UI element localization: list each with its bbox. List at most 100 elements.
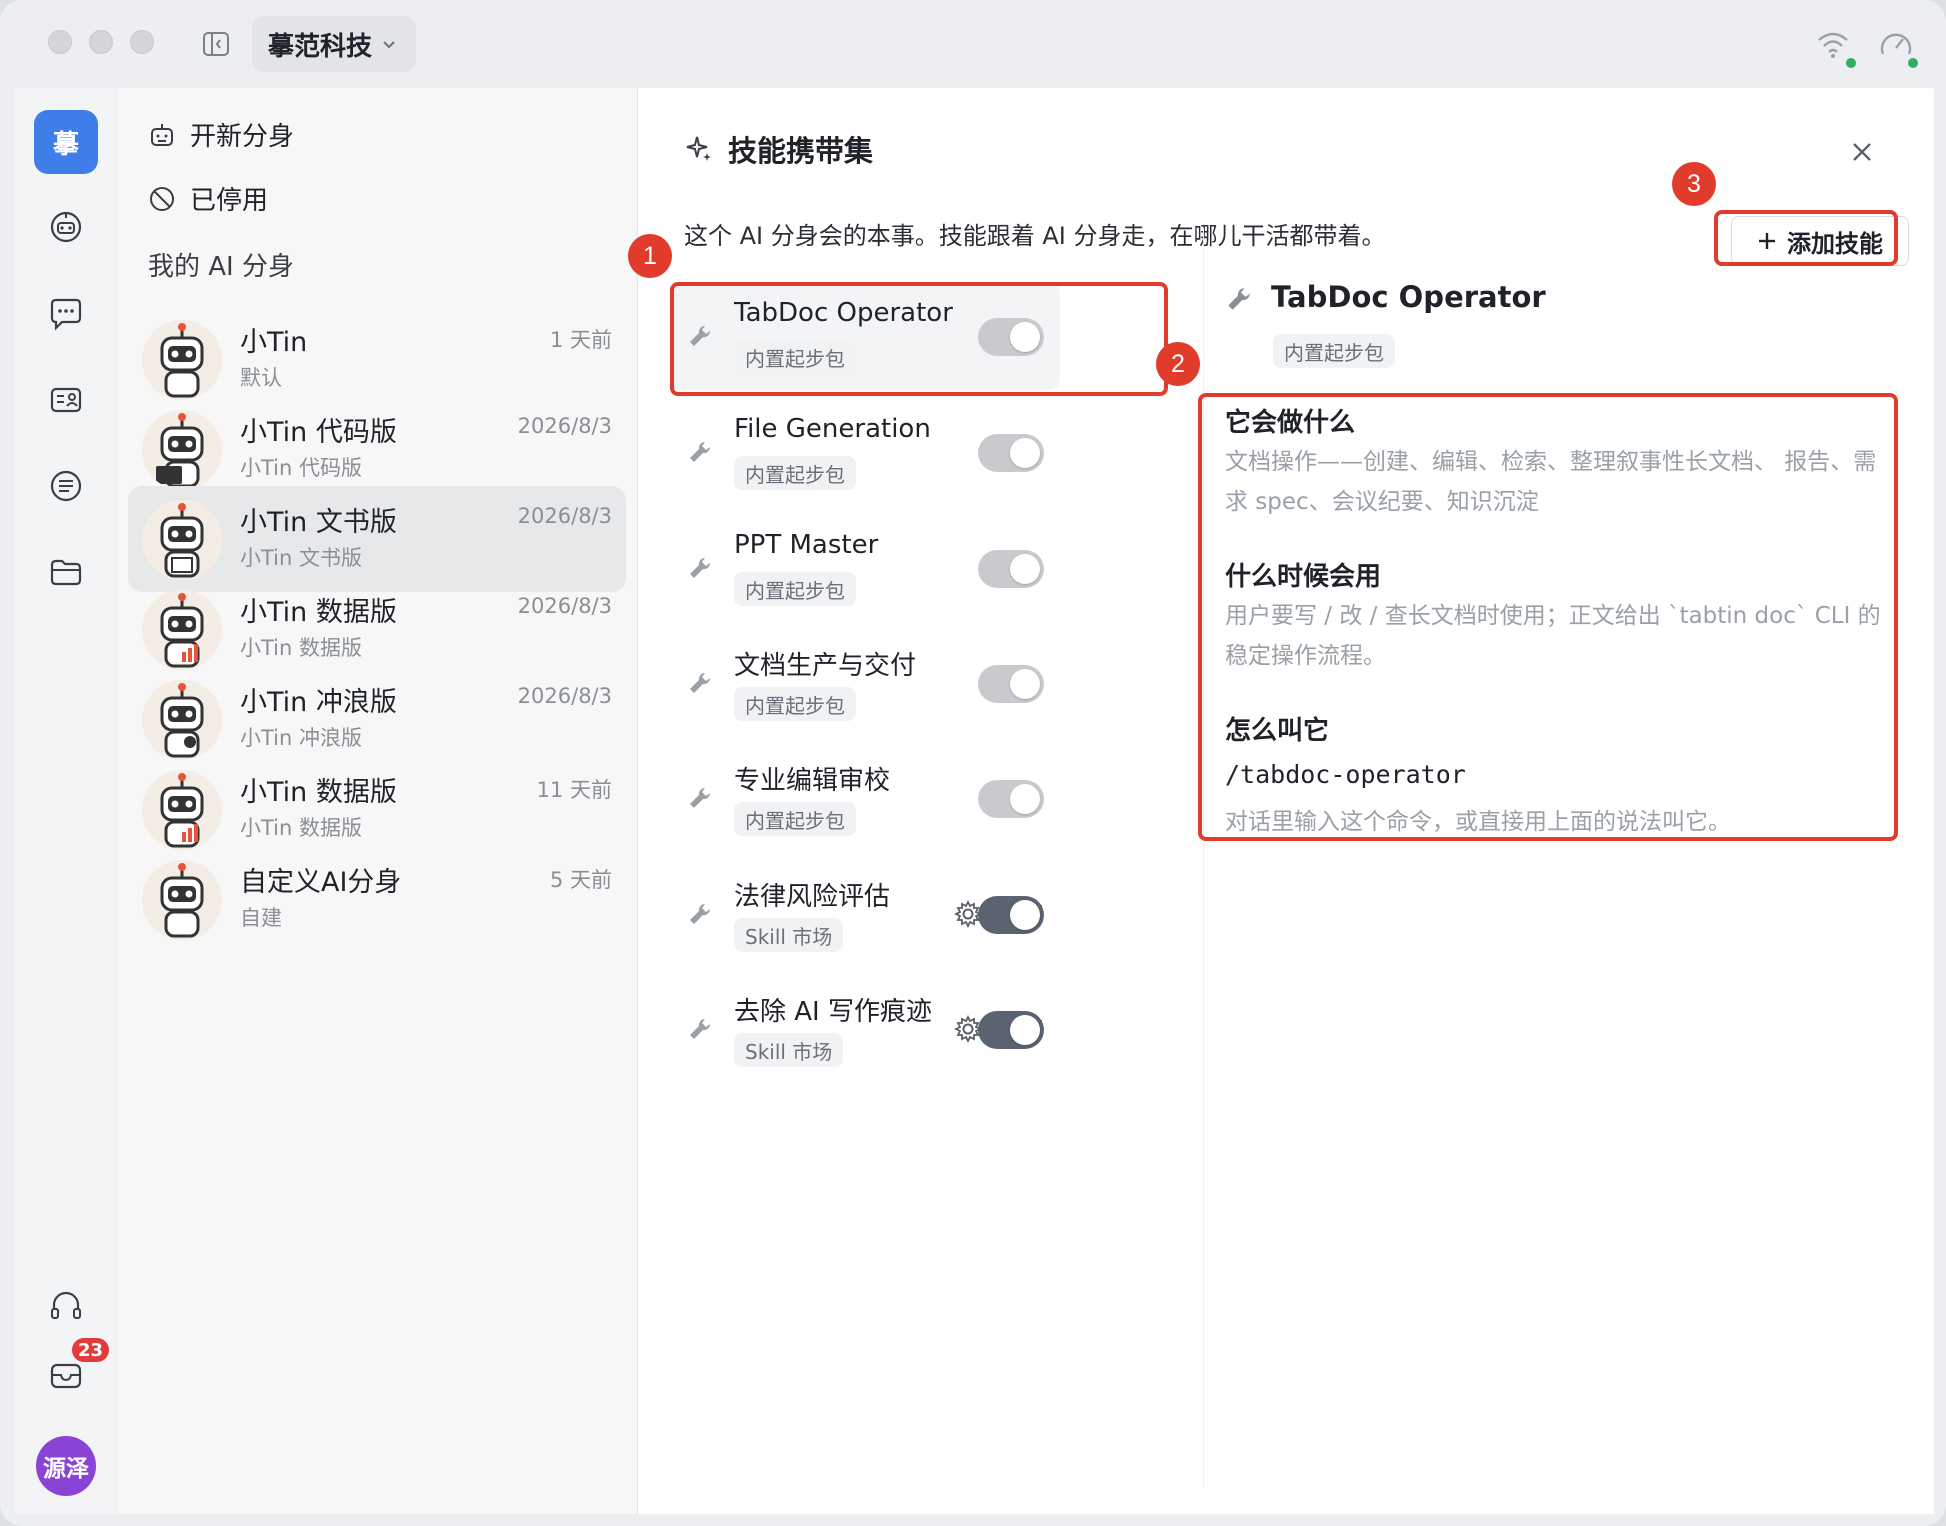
skill-toggle[interactable] bbox=[978, 550, 1044, 588]
agent-subtitle: 小Tin 文书版 bbox=[240, 546, 363, 570]
my-agents-heading: 我的 AI 分身 bbox=[148, 252, 294, 282]
agent-name: 小Tin 文书版 bbox=[240, 507, 397, 538]
skill-source-tag: 内置起步包 bbox=[734, 802, 856, 836]
workspace-name: 摹范科技 bbox=[268, 31, 373, 62]
skill-item-selected[interactable]: TabDoc Operator 内置起步包 bbox=[670, 282, 1060, 390]
headset-support-icon[interactable] bbox=[34, 1274, 98, 1338]
new-agent-button[interactable]: 开新分身 bbox=[148, 116, 294, 153]
agent-subtitle: 小Tin 冲浪版 bbox=[240, 726, 363, 750]
skill-source-tag: Skill 市场 bbox=[734, 918, 844, 952]
agent-list-item[interactable]: 自定义AI分身 自建 5 天前 bbox=[128, 846, 626, 952]
agent-time: 1 天前 bbox=[549, 328, 612, 352]
skill-toggle[interactable] bbox=[978, 434, 1044, 472]
robot-avatar-icon bbox=[142, 590, 222, 670]
contacts-card-icon[interactable] bbox=[34, 368, 98, 432]
skill-name: 法律风险评估 bbox=[734, 882, 891, 912]
icon-rail: 摹 23 源泽 bbox=[14, 88, 118, 1514]
user-avatar[interactable]: 源泽 bbox=[36, 1436, 96, 1496]
panel-description: 这个 AI 分身会的本事。技能跟着 AI 分身走，在哪儿干活都带着。 bbox=[684, 222, 1386, 250]
title-bar: 摹范科技 bbox=[0, 0, 1946, 88]
annotation-marker-1: 1 bbox=[628, 234, 672, 278]
agent-name: 小Tin 冲浪版 bbox=[240, 687, 397, 718]
when-text: 用户要写 / 改 / 查长文档时使用；正文给出 `tabtin doc` CLI… bbox=[1225, 603, 1881, 669]
wrench-icon bbox=[1228, 288, 1250, 310]
window-minimize-button[interactable] bbox=[89, 30, 113, 54]
how-heading: 怎么叫它 bbox=[1225, 716, 1330, 746]
agent-name: 自定义AI分身 bbox=[240, 867, 402, 898]
wrench-icon bbox=[690, 787, 711, 808]
panel-title: 技能携带集 bbox=[684, 128, 873, 170]
disabled-label: 已停用 bbox=[190, 186, 269, 216]
agent-name: 小Tin 数据版 bbox=[240, 597, 397, 628]
skill-name: 专业编辑审校 bbox=[734, 766, 891, 796]
agent-name: 小Tin 数据版 bbox=[240, 777, 397, 808]
mail-unread-badge: 23 bbox=[70, 1336, 112, 1364]
folder-icon[interactable] bbox=[34, 540, 98, 604]
skills-panel: 技能携带集 这个 AI 分身会的本事。技能跟着 AI 分身走，在哪儿干活都带着。… bbox=[638, 88, 1934, 1514]
skill-toggle[interactable] bbox=[978, 1011, 1044, 1049]
agent-time: 5 天前 bbox=[549, 868, 612, 892]
skill-item[interactable]: 法律风险评估 Skill 市场 bbox=[670, 860, 1060, 968]
skill-name: TabDoc Operator bbox=[734, 298, 953, 328]
sparkle-icon bbox=[686, 136, 711, 161]
agent-subtitle: 小Tin 数据版 bbox=[240, 636, 363, 660]
wifi-status-dot bbox=[1846, 58, 1856, 68]
document-list-icon[interactable] bbox=[34, 454, 98, 518]
when-heading: 什么时候会用 bbox=[1225, 562, 1382, 592]
skill-item[interactable]: 专业编辑审校 内置起步包 bbox=[670, 744, 1060, 852]
what-heading: 它会做什么 bbox=[1225, 408, 1356, 438]
wifi-icon[interactable] bbox=[1815, 28, 1851, 64]
agent-time: 2026/8/3 bbox=[517, 684, 612, 708]
agent-time: 11 天前 bbox=[536, 778, 612, 802]
how-text: 对话里输入这个命令，或直接用上面的说法叫它。 bbox=[1225, 809, 1731, 835]
close-button[interactable] bbox=[1842, 132, 1882, 172]
skill-name: 文档生产与交付 bbox=[734, 651, 917, 681]
skill-name: PPT Master bbox=[734, 530, 879, 560]
workspace-switcher[interactable]: 摹范科技 bbox=[252, 16, 417, 72]
wrench-icon bbox=[690, 672, 711, 693]
add-skill-button[interactable]: 添加技能 bbox=[1731, 216, 1909, 266]
skill-toggle[interactable] bbox=[978, 780, 1044, 818]
skill-item[interactable]: PPT Master 内置起步包 bbox=[670, 514, 1060, 622]
skill-name: File Generation bbox=[734, 414, 931, 444]
skill-source-tag: 内置起步包 bbox=[734, 340, 856, 374]
chat-icon[interactable] bbox=[34, 282, 98, 346]
skill-toggle[interactable] bbox=[978, 665, 1044, 703]
robot-avatar-icon bbox=[142, 860, 222, 940]
annotation-marker-3: 3 bbox=[1672, 162, 1716, 206]
agent-name: 小Tin bbox=[240, 327, 308, 358]
new-agent-label: 开新分身 bbox=[190, 122, 295, 152]
robot-icon[interactable] bbox=[34, 194, 98, 258]
what-text: 文档操作——创建、编辑、检索、整理叙事性长文档、 报告、需求 spec、会议纪要… bbox=[1225, 449, 1877, 515]
skill-item[interactable]: 去除 AI 写作痕迹 Skill 市场 bbox=[670, 975, 1060, 1083]
sidebar-toggle-icon[interactable] bbox=[200, 28, 232, 60]
skill-name: 去除 AI 写作痕迹 bbox=[734, 997, 932, 1027]
robot-avatar-icon bbox=[142, 410, 222, 490]
main-shell: 摹 23 源泽 开新分身 已停用 我的 AI 分身 小Tin 默认 1 天前 小… bbox=[14, 88, 1934, 1514]
workspace-logo[interactable]: 摹 bbox=[34, 110, 98, 174]
panel-title-text: 技能携带集 bbox=[728, 134, 874, 168]
agent-subtitle: 小Tin 数据版 bbox=[240, 816, 363, 840]
wrench-icon bbox=[690, 325, 711, 346]
skill-toggle[interactable] bbox=[978, 318, 1044, 356]
robot-plus-icon bbox=[151, 123, 173, 146]
disabled-agents-button[interactable]: 已停用 bbox=[148, 180, 268, 217]
skill-item[interactable]: File Generation 内置起步包 bbox=[670, 398, 1060, 506]
robot-avatar-icon bbox=[142, 770, 222, 850]
window-close-button[interactable] bbox=[48, 30, 72, 54]
wrench-icon bbox=[690, 441, 711, 462]
agent-time: 2026/8/3 bbox=[517, 594, 612, 618]
add-skill-label: 添加技能 bbox=[1787, 229, 1883, 258]
wrench-icon bbox=[690, 903, 711, 924]
skill-item[interactable]: 文档生产与交付 内置起步包 bbox=[670, 629, 1060, 737]
agent-subtitle: 默认 bbox=[240, 366, 282, 390]
skill-toggle[interactable] bbox=[978, 896, 1044, 934]
agent-time: 2026/8/3 bbox=[517, 504, 612, 528]
ban-icon bbox=[150, 186, 174, 211]
robot-avatar-icon bbox=[142, 500, 222, 580]
robot-avatar-icon bbox=[142, 320, 222, 400]
wrench-icon bbox=[690, 557, 711, 578]
agent-subtitle: 自建 bbox=[240, 906, 282, 930]
window-zoom-button[interactable] bbox=[130, 30, 154, 54]
skill-source-tag: 内置起步包 bbox=[734, 456, 856, 490]
